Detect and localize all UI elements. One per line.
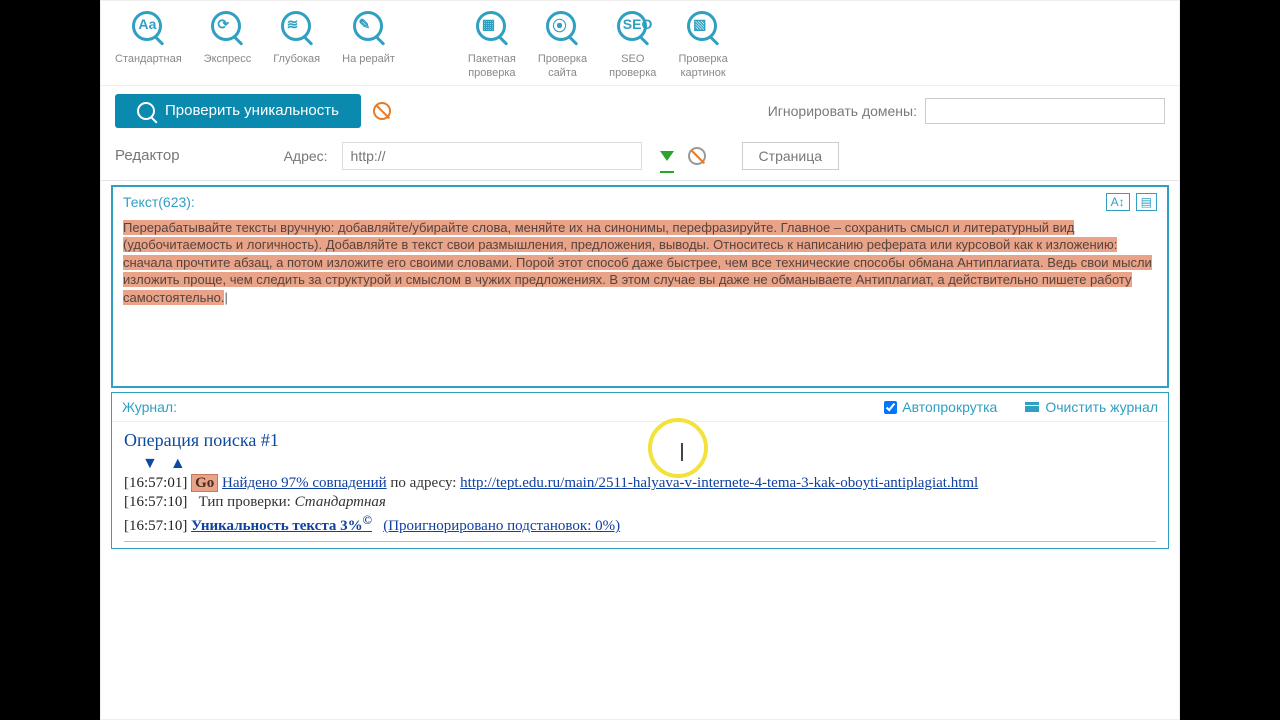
log-line: [16:57:10] Уникальность текста 3%© (Прои… [124,513,1156,535]
ignore-domains-label: Игнорировать домены: [768,103,917,119]
url-row: Редактор Адрес: Страница [101,136,1179,181]
text-panel: Текст(623): A↕ ▤ Перерабатывайте тексты … [111,185,1169,389]
address-label: Адрес: [284,148,328,164]
toolbar-item-label: Глубокая [273,53,320,67]
autoscroll-label: Автопрокрутка [902,399,997,415]
clear-log-button[interactable]: Очистить журнал [1025,399,1158,415]
editor-tab-label: Редактор [115,147,180,164]
autoscroll-checkbox[interactable] [884,401,897,414]
text-panel-header: Текст(623): A↕ ▤ [113,187,1167,217]
log-panel: Журнал: Автопрокрутка Очистить журнал Оп… [111,392,1169,549]
search-icon [137,102,155,120]
toolbar-item-label: Экспресс [204,53,252,67]
ignore-domains-input[interactable] [925,98,1165,124]
operation-title: Операция поиска #1 [124,430,1156,451]
toolbar-item-label: Стандартная [115,53,182,67]
seo-check[interactable]: SEOSEOпроверка [609,7,656,81]
magnifier-icon: Аа [126,7,170,51]
mode-deep[interactable]: ≋ Глубокая [273,7,320,67]
download-icon[interactable] [660,151,674,161]
cancel-icon[interactable] [373,102,391,120]
sort-arrows[interactable]: ▼ ▲ [142,455,1156,473]
ignore-domains-wrap: Игнорировать домены: [768,98,1165,124]
clear-log-label: Очистить журнал [1045,399,1158,415]
site-check[interactable]: ⦿Проверкасайта [538,7,587,81]
toolbar-item-label: На рерайт [342,53,395,67]
layout-tool-icon[interactable]: ▤ [1136,193,1157,211]
go-badge[interactable]: Go [191,474,218,492]
address-input[interactable] [342,142,642,170]
uniqueness-link[interactable]: Уникальность текста 3%© [191,518,372,534]
ignored-subst-link[interactable]: (Проигнорировано подстановок: 0%) [383,518,620,534]
toolbar-group-checks: ▦Пакетнаяпроверка ⦿Проверкасайта SEOSEOпро… [468,7,728,81]
mode-standard[interactable]: Аа Стандартная [115,7,182,67]
font-tool-icon[interactable]: A↕ [1106,193,1130,211]
text-body[interactable]: Перерабатывайте тексты вручную: добавляй… [113,217,1167,387]
text-count-label: Текст(623): [123,194,195,210]
app-frame: Аа Стандартная ⟳ Экспресс ≋ Глубокая ✎ На рерай… [100,0,1180,720]
toolbar-item-label: Проверкасайта [538,53,587,81]
log-header: Журнал: Автопрокрутка Очистить журнал [112,393,1168,422]
mode-rewrite[interactable]: ✎ На рерайт [342,7,395,67]
highlighted-text: Перерабатывайте тексты вручную: добавляй… [123,220,1152,305]
left-black-bar [0,0,100,720]
magnifier-icon: ✎ [347,7,391,51]
batch-check[interactable]: ▦Пакетнаяпроверка [468,7,516,81]
brush-icon [1025,402,1039,412]
log-separator [124,541,1156,542]
magnifier-icon: ▧ [681,7,725,51]
log-lines: [16:57:01] Go Найдено 97% совпадений по … [124,475,1156,535]
log-title: Журнал: [122,399,177,415]
toolbar-item-label: Пакетнаяпроверка [468,53,516,81]
magnifier-icon: ⟳ [205,7,249,51]
toolbar-item-label: Проверкакартинок [678,53,727,81]
toolbar-group-modes: Аа Стандартная ⟳ Экспресс ≋ Глубокая ✎ На рерай… [115,7,395,67]
check-uniqueness-button[interactable]: Проверить уникальность [115,94,361,128]
mode-express[interactable]: ⟳ Экспресс [204,7,252,67]
magnifier-icon: ▦ [470,7,514,51]
page-tab[interactable]: Страница [742,142,839,170]
magnifier-icon: ≋ [275,7,319,51]
check-button-label: Проверить уникальность [165,102,339,119]
log-line: [16:57:01] Go Найдено 97% совпадений по … [124,475,1156,492]
match-link[interactable]: Найдено 97% совпадений [222,475,387,491]
log-line: [16:57:10] Тип проверки: Стандартная [124,494,1156,511]
toolbar-item-label: SEOпроверка [609,53,656,81]
magnifier-icon: SEO [611,7,655,51]
image-check[interactable]: ▧Проверкакартинок [678,7,727,81]
clear-url-icon[interactable] [688,147,706,165]
log-body: Операция поиска #1 ▼ ▲ [16:57:01] Go Най… [112,422,1168,548]
text-tools: A↕ ▤ [1106,193,1157,211]
source-url-link[interactable]: http://tept.edu.ru/main/2511-halyava-v-i… [460,475,978,491]
text-cursor: | [224,290,227,305]
magnifier-icon: ⦿ [540,7,584,51]
right-black-bar [1180,0,1280,720]
action-row: Проверить уникальность Игнорировать доме… [101,86,1179,136]
autoscroll-wrap[interactable]: Автопрокрутка [884,399,997,415]
main-toolbar: Аа Стандартная ⟳ Экспресс ≋ Глубокая ✎ На рерай… [101,1,1179,86]
